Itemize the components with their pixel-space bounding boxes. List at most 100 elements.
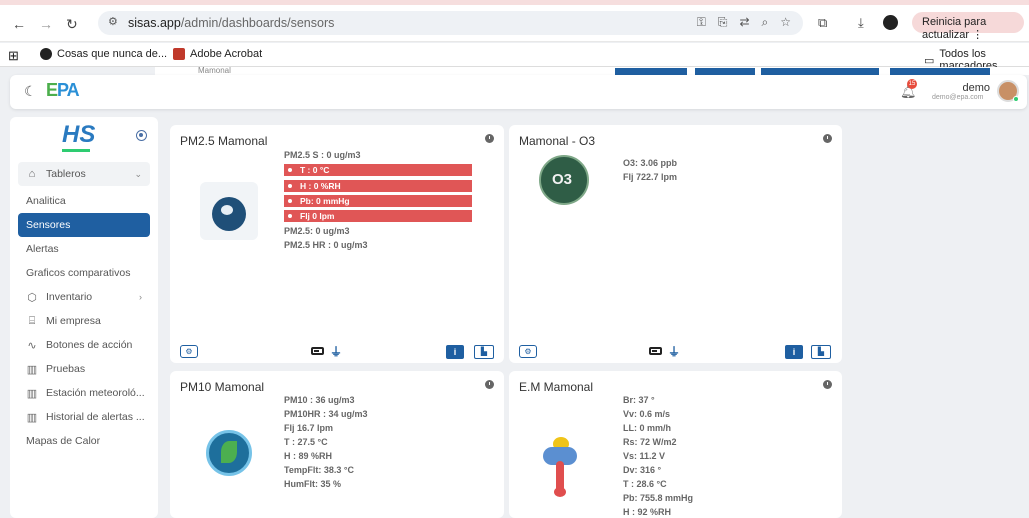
sidebar-item-tableros[interactable]: ⌂ Tableros ⌄: [18, 162, 150, 186]
reading-line: Dv: 316 °: [623, 465, 662, 475]
forward-icon[interactable]: →: [39, 16, 53, 32]
clock-icon[interactable]: [823, 134, 832, 143]
settings-button[interactable]: ⚙: [180, 345, 198, 358]
sidebar-item-estacion[interactable]: ▥ Estación meteoroló...: [18, 381, 150, 405]
chart-button[interactable]: ▙: [474, 345, 494, 359]
sensor-image: [200, 182, 258, 240]
online-status-dot: [1013, 96, 1019, 102]
alert-bar: H : 0 %RH: [284, 180, 472, 192]
alert-bar: T : 0 °C: [284, 164, 472, 176]
acrobat-icon: [173, 48, 185, 60]
epa-logo: EPA: [46, 80, 80, 100]
install-app-icon[interactable]: ⎘: [718, 15, 728, 30]
user-name[interactable]: demo: [960, 82, 990, 94]
edit-button[interactable]: [890, 68, 990, 75]
sidebar-item-botones[interactable]: ∿ Botones de acción: [18, 333, 150, 357]
bookmark-star-icon[interactable]: ☆: [780, 15, 791, 30]
back-icon[interactable]: ←: [12, 16, 26, 32]
user-email: demo@epa.com: [932, 94, 984, 101]
reading-line: Flj 722.7 lpm: [623, 172, 678, 182]
sidebar-item-alertas[interactable]: Alertas: [18, 237, 150, 261]
sensor-image: O3: [539, 155, 589, 205]
sidebar-toggle-icon[interactable]: [136, 130, 147, 141]
update-button[interactable]: Reinicia para actualizar ⋮: [912, 12, 1024, 41]
reading-line: H : 89 %RH: [284, 451, 333, 461]
card-title: PM10 Mamonal: [180, 380, 265, 394]
reading-line: T : 28.6 °C: [623, 479, 667, 489]
reading-line: PM2.5 S : 0 ug/m3: [284, 150, 361, 160]
reading-line: PM10HR : 34 ug/m3: [284, 409, 368, 419]
clock-icon[interactable]: [823, 380, 832, 389]
reading-line: PM2.5 HR : 0 ug/m3: [284, 240, 368, 250]
o3-badge: O3: [552, 171, 573, 188]
add-dashboard-button[interactable]: [761, 68, 879, 75]
folder-icon: ▭: [924, 54, 935, 67]
plug-icon: ⏚: [668, 345, 681, 359]
site-info-icon[interactable]: ⚙: [108, 15, 118, 28]
zoom-icon[interactable]: ⌕: [762, 15, 769, 30]
sidebar-item-mi-empresa[interactable]: ⌸ Mi empresa: [18, 309, 150, 333]
reload-icon[interactable]: ↻: [66, 16, 78, 33]
notifications-badge: 15: [907, 79, 917, 89]
hs-logo-bar: [62, 149, 90, 152]
reading-line: HumFlt: 35 %: [284, 479, 342, 489]
apps-grid-icon[interactable]: ⊞: [8, 48, 19, 64]
reading-line: T : 27.5 °C: [284, 437, 328, 447]
profile-avatar[interactable]: [883, 15, 898, 30]
home-icon: ⌂: [28, 168, 36, 180]
update-label: Reinicia para actualizar: [922, 16, 987, 41]
alert-bar: Flj 0 lpm: [284, 210, 472, 222]
sidebar-item-pruebas[interactable]: ▥ Pruebas: [18, 357, 150, 381]
address-bar[interactable]: ⚙ sisas.app/admin/dashboards/sensors ⚿ ⎘…: [98, 11, 803, 35]
card-view-button[interactable]: [615, 68, 687, 75]
sidebar: HS ⌂ Tableros ⌄ Analitica Sensores Alert…: [10, 117, 158, 518]
sidebar-item-analitica[interactable]: Analitica: [18, 189, 150, 213]
browser-toolbar: ← → ↻ ⚙ sisas.app/admin/dashboards/senso…: [0, 0, 1029, 42]
password-key-icon[interactable]: ⚿: [697, 15, 706, 30]
reading-line: PM2.5: 0 ug/m3: [284, 226, 350, 236]
settings-button[interactable]: ⚙: [519, 345, 537, 358]
chevron-right-icon: ›: [139, 292, 142, 302]
alert-bar: Pb: 0 mmHg: [284, 195, 472, 207]
info-button[interactable]: i: [446, 345, 464, 359]
dashboard-toolbar-strip: Mamonal: [155, 67, 1029, 75]
map-view-button[interactable]: [695, 68, 755, 75]
box-icon: ⬡: [27, 291, 37, 304]
map-icon: ▥: [26, 411, 38, 424]
clock-icon[interactable]: [485, 134, 494, 143]
sidebar-item-inventario[interactable]: ⬡ Inventario ›: [18, 285, 150, 309]
battery-icon: [311, 347, 324, 355]
chart-button[interactable]: ▙: [811, 345, 831, 359]
hs-logo: HS: [62, 121, 96, 148]
reading-line: H : 92 %RH: [623, 507, 672, 517]
reading-line: Flj 16.7 lpm: [284, 423, 334, 433]
sidebar-item-graficos[interactable]: Graficos comparativos: [18, 261, 150, 285]
extensions-icon[interactable]: ⧉: [818, 15, 827, 31]
sidebar-item-mapas-calor[interactable]: Mapas de Calor: [18, 429, 150, 453]
reading-line: PM10 : 36 ug/m3: [284, 395, 355, 405]
clock-icon[interactable]: [485, 380, 494, 389]
sensor-card-em: E.M Mamonal Br: 37 ° Vv: 0.6 m/s LL: 0 m…: [509, 371, 842, 518]
reading-line: Rs: 72 W/m2: [623, 437, 677, 447]
map-icon: ▥: [26, 387, 38, 400]
bookmark-item[interactable]: Cosas que nunca de...: [40, 48, 167, 60]
tab-strip: [0, 0, 1029, 5]
dark-mode-icon[interactable]: ☾: [24, 83, 37, 100]
sensor-card-pm25: PM2.5 Mamonal PM2.5 S : 0 ug/m3 T : 0 °C…: [170, 125, 504, 363]
weather-station-icon: [537, 435, 585, 497]
bookmarks-bar: ⊞ Cosas que nunca de... Adobe Acrobat ▭ T…: [0, 43, 1029, 72]
sidebar-item-historial[interactable]: ▥ Historial de alertas ...: [18, 405, 150, 429]
map-icon: ▥: [26, 363, 38, 376]
bookmark-item[interactable]: Adobe Acrobat: [173, 48, 262, 60]
translate-icon[interactable]: ⇄: [739, 15, 749, 30]
reading-line: O3: 3.06 ppb: [623, 158, 678, 168]
url-text: sisas.app/admin/dashboards/sensors: [128, 16, 335, 30]
card-title: Mamonal - O3: [519, 134, 596, 148]
activity-icon: ∿: [27, 339, 37, 352]
sidebar-item-sensores[interactable]: Sensores: [18, 213, 150, 237]
card-title: PM2.5 Mamonal: [180, 134, 268, 148]
chevron-down-icon: ⌄: [134, 168, 142, 179]
download-icon[interactable]: ⤓: [858, 15, 864, 31]
info-button[interactable]: i: [785, 345, 803, 359]
reading-line: Br: 37 °: [623, 395, 655, 405]
